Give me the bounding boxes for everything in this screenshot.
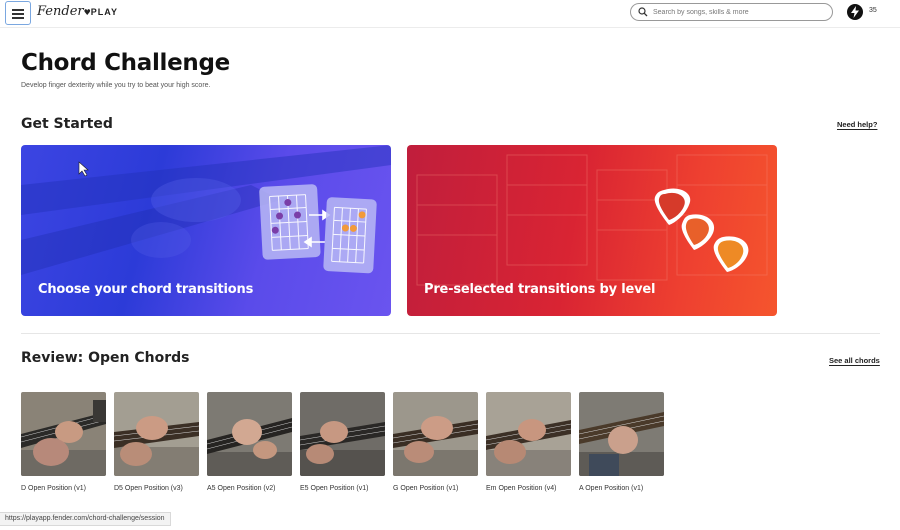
search-input[interactable]: [653, 5, 823, 19]
chord-thumbnail: [21, 392, 106, 476]
chord-label: G Open Position (v1): [393, 485, 459, 492]
chord-label: A Open Position (v1): [579, 485, 644, 492]
chord-card-a5[interactable]: A5 Open Position (v2): [207, 392, 292, 492]
fender-play-logo[interactable]: Fender♥PLAY: [37, 4, 118, 19]
chord-thumbnail: [207, 392, 292, 476]
chord-thumbnail: [486, 392, 571, 476]
chord-label: A5 Open Position (v2): [207, 485, 276, 492]
section-divider: [21, 333, 880, 334]
streak-count: 35: [869, 7, 877, 14]
chord-card-e5[interactable]: E5 Open Position (v1): [300, 392, 385, 492]
search-bar[interactable]: [630, 3, 833, 21]
streak-badge[interactable]: [847, 4, 863, 20]
pick-icon-2: [681, 214, 715, 250]
chord-thumbnail: [114, 392, 199, 476]
need-help-link[interactable]: Need help?: [837, 120, 877, 129]
chord-thumbnail: [579, 392, 664, 476]
link-status-bar: https://playapp.fender.com/chord-challen…: [0, 512, 171, 526]
top-bar: Fender♥PLAY 35: [0, 0, 900, 28]
lightning-icon: [851, 6, 859, 18]
chord-card-d5[interactable]: D5 Open Position (v3): [114, 392, 199, 492]
preselected-transitions-card[interactable]: Pre-selected transitions by level: [407, 145, 777, 316]
logo-script: Fender: [37, 4, 84, 19]
see-all-chords-link[interactable]: See all chords: [829, 356, 880, 365]
pick-icon: ♥: [83, 8, 91, 17]
page-title: Chord Challenge: [21, 50, 230, 76]
logo-play: PLAY: [90, 7, 118, 17]
chord-thumbnail: [393, 392, 478, 476]
search-icon: [638, 7, 648, 17]
chord-thumbnail: [300, 392, 385, 476]
chord-card-g[interactable]: G Open Position (v1): [393, 392, 478, 492]
page-subtitle: Develop finger dexterity while you try t…: [21, 82, 211, 89]
review-heading: Review: Open Chords: [21, 350, 190, 366]
chord-label: Em Open Position (v4): [486, 485, 557, 492]
chord-label: D5 Open Position (v3): [114, 485, 183, 492]
preselected-transitions-label: Pre-selected transitions by level: [424, 282, 656, 297]
cursor-icon: [78, 161, 89, 177]
chord-label: D Open Position (v1): [21, 485, 86, 492]
choose-transitions-card[interactable]: Choose your chord transitions: [21, 145, 391, 316]
chord-label: E5 Open Position (v1): [300, 485, 369, 492]
get-started-heading: Get Started: [21, 116, 113, 132]
chord-card-d[interactable]: D Open Position (v1): [21, 392, 106, 492]
chord-card-em[interactable]: Em Open Position (v4): [486, 392, 571, 492]
choose-transitions-label: Choose your chord transitions: [38, 282, 254, 297]
pick-icon-3: [713, 236, 749, 272]
chord-card-a[interactable]: A Open Position (v1): [579, 392, 664, 492]
hamburger-menu-button[interactable]: [5, 1, 31, 25]
